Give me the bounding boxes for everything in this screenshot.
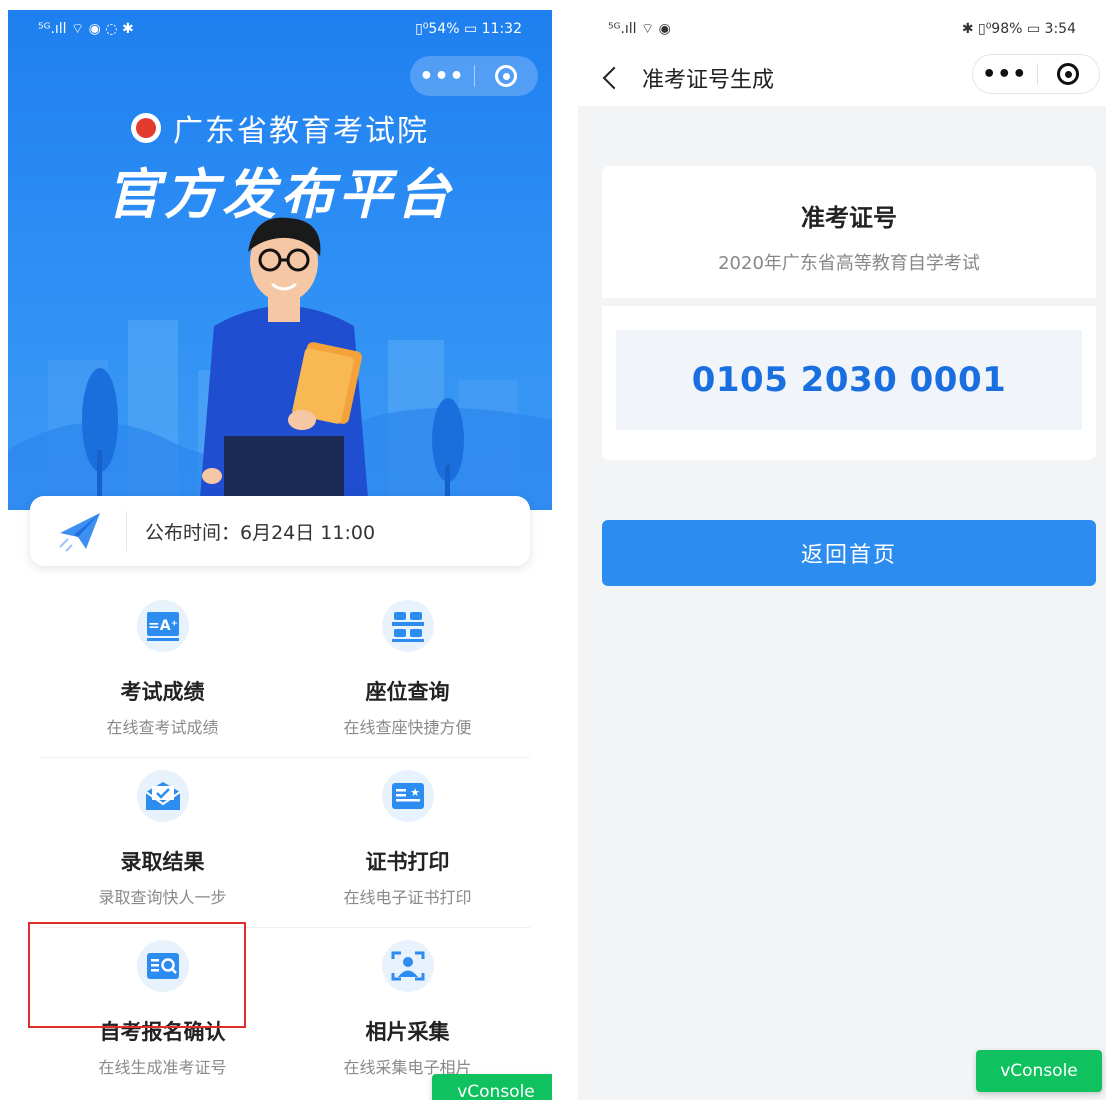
paper-plane-icon <box>59 513 100 552</box>
more-icon[interactable]: ••• <box>410 64 474 89</box>
vconsole-button[interactable]: vConsole <box>976 1050 1102 1092</box>
ticket-card-header: 准考证号 2020年广东省高等教育自学考试 <box>602 166 1096 298</box>
svg-text:=A⁺: =A⁺ <box>148 618 178 634</box>
feature-name: 相片采集 <box>365 1020 450 1044</box>
hero-banner: ⁵ᴳ.ıll ⌔ ◉ ◌ ✱ ▯⁰54% ▭ 11:32 广东省教育考试院 官方… <box>8 10 552 510</box>
feature-photo-capture[interactable]: 相片采集 在线采集电子相片 <box>285 928 530 1098</box>
feature-row: 录取结果 录取查询快人一步 ★ 证书打印 在线电子证书打印 <box>40 758 530 928</box>
highlight-box <box>28 922 246 1028</box>
signal-indicators: ⁵ᴳ.ıll ⌔ ◉ <box>608 21 671 37</box>
feature-desc: 在线查考试成绩 <box>106 718 219 737</box>
feature-desc: 录取查询快人一步 <box>98 888 227 907</box>
signal-indicators: ⁵ᴳ.ıll ⌔ ◉ ◌ ✱ <box>38 21 134 37</box>
ticket-card-body: 0105 2030 0001 <box>602 306 1096 460</box>
score-sheet-icon: =A⁺ <box>136 600 189 652</box>
battery-time: ✱ ▯⁰98% ▭ 3:54 <box>961 21 1076 37</box>
feature-exam-score[interactable]: =A⁺ 考试成绩 在线查考试成绩 <box>40 588 285 757</box>
org-seal-icon <box>131 113 161 143</box>
svg-text:★: ★ <box>410 786 420 799</box>
feature-row: =A⁺ 考试成绩 在线查考试成绩 座位查询 在线查座快捷方便 <box>40 588 530 758</box>
ticket-number: 0105 2030 0001 <box>691 360 1007 400</box>
miniapp-capsule: ••• <box>410 56 538 96</box>
student-illustration <box>199 217 369 510</box>
feature-certificate-print[interactable]: ★ 证书打印 在线电子证书打印 <box>285 758 530 927</box>
battery-time: ▯⁰54% ▭ 11:32 <box>415 21 522 37</box>
back-arrow-icon[interactable] <box>602 66 626 90</box>
feature-desc: 在线生成准考证号 <box>98 1058 227 1077</box>
org-name: 广东省教育考试院 <box>173 114 429 149</box>
seat-icon <box>381 600 434 652</box>
miniapp-capsule: ••• <box>972 54 1100 94</box>
publish-time-text: 公布时间：6月24日 11:00 <box>145 521 376 544</box>
page-title: 准考证号生成 <box>642 68 775 93</box>
screenshot-stage: ⁵ᴳ.ıll ⌔ ◉ ◌ ✱ ▯⁰54% ▭ 11:32 广东省教育考试院 官方… <box>0 0 1106 1100</box>
vconsole-button[interactable]: vConsole <box>432 1074 552 1100</box>
feature-admission-result[interactable]: 录取结果 录取查询快人一步 <box>40 758 285 927</box>
certificate-icon: ★ <box>381 770 434 822</box>
status-bar: ⁵ᴳ.ıll ⌔ ◉ ✱ ▯⁰98% ▭ 3:54 <box>578 10 1106 48</box>
feature-name: 座位查询 <box>365 680 450 704</box>
feature-desc: 在线电子证书打印 <box>343 888 472 907</box>
more-icon[interactable]: ••• <box>973 62 1037 87</box>
close-miniapp-icon[interactable] <box>475 65 537 87</box>
return-home-button[interactable]: 返回首页 <box>602 520 1096 586</box>
feature-name: 考试成绩 <box>120 680 205 704</box>
status-bar: ⁵ᴳ.ıll ⌔ ◉ ◌ ✱ ▯⁰54% ▭ 11:32 <box>8 10 552 48</box>
publish-time-card: 公布时间：6月24日 11:00 <box>30 496 530 566</box>
feature-desc: 在线查座快捷方便 <box>343 718 472 737</box>
ticket-number-box: 0105 2030 0001 <box>616 330 1082 430</box>
org-heading: 广东省教育考试院 <box>8 106 552 150</box>
card-title: 准考证号 <box>801 204 897 232</box>
feature-name: 录取结果 <box>120 850 205 874</box>
envelope-check-icon <box>136 770 189 822</box>
close-miniapp-icon[interactable] <box>1037 63 1099 85</box>
portrait-scan-icon <box>381 940 434 992</box>
feature-seat-query[interactable]: 座位查询 在线查座快捷方便 <box>285 588 530 757</box>
top-bar: ⁵ᴳ.ıll ⌔ ◉ ✱ ▯⁰98% ▭ 3:54 准考证号生成 ••• <box>578 10 1106 106</box>
right-phone-screen: ⁵ᴳ.ıll ⌔ ◉ ✱ ▯⁰98% ▭ 3:54 准考证号生成 ••• 准考证… <box>578 10 1106 1100</box>
card-subtitle: 2020年广东省高等教育自学考试 <box>718 253 980 274</box>
feature-name: 证书打印 <box>365 850 450 874</box>
